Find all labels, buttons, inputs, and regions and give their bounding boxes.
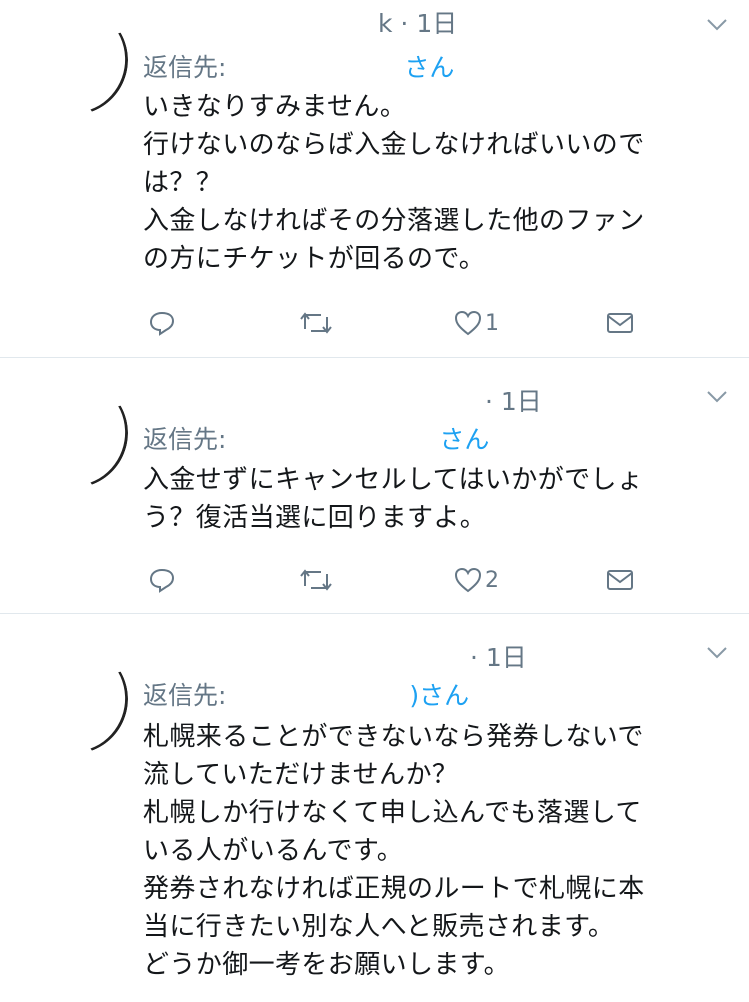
dm-button[interactable] (606, 563, 634, 597)
heart-icon (454, 567, 482, 593)
retweet-button[interactable] (299, 306, 333, 340)
chevron-down-icon[interactable] (706, 390, 728, 404)
reply-to-prefix: 返信先: (143, 53, 235, 82)
retweet-icon (300, 569, 332, 591)
like-count: 1 (485, 310, 499, 336)
like-count: 2 (485, 567, 499, 593)
tweet-text: いきなりすみません。 行けないのならば入金しなければいいので は？？ 入金しなけ… (143, 92, 645, 274)
reply-to-line: 返信先: さん (143, 48, 454, 84)
retweet-icon (300, 312, 332, 334)
avatar[interactable] (18, 5, 128, 115)
like-button[interactable]: 1 (453, 306, 499, 340)
tweet-text: 札幌来ることができないなら発券しないで 流していただけませんか？ 札幌しか行けな… (143, 722, 645, 980)
reply-to-prefix: 返信先: (143, 681, 235, 710)
reply-to-prefix: 返信先: (143, 425, 235, 454)
heart-icon (454, 310, 482, 336)
chevron-down-icon[interactable] (706, 646, 728, 660)
tweet-1[interactable]: k · 1日 返信先: さん いきなりすみません。 行けないのならば入金しなけれ… (0, 0, 749, 357)
chevron-down-icon[interactable] (706, 18, 728, 32)
envelope-icon (607, 570, 633, 590)
reply-to-handle[interactable]: さん (439, 425, 489, 454)
reply-button[interactable] (148, 563, 176, 597)
reply-to-handle[interactable]: )さん (409, 681, 469, 710)
like-button[interactable]: 2 (453, 563, 499, 597)
reply-button[interactable] (148, 306, 176, 340)
reply-icon (149, 568, 175, 593)
avatar[interactable] (18, 378, 128, 488)
tweet-meta: k · 1日 (378, 9, 458, 38)
retweet-button[interactable] (299, 563, 333, 597)
tweet-3[interactable]: · 1日 返信先: )さん 札幌来ることができないなら発券しないで 流していただ… (0, 614, 749, 1002)
avatar[interactable] (18, 644, 128, 754)
reply-to-line: 返信先: さん (143, 420, 489, 456)
tweet-actions: 1 (143, 306, 643, 340)
tweet-actions: 2 (143, 563, 643, 597)
reply-to-handle[interactable]: さん (404, 53, 454, 82)
tweet-meta: · 1日 (485, 387, 542, 416)
tweet-2[interactable]: · 1日 返信先: さん 入金せずにキャンセルしてはいかがでしょ う？復活当選に… (0, 358, 749, 613)
dm-button[interactable] (606, 306, 634, 340)
tweet-text: 入金せずにキャンセルしてはいかがでしょ う？復活当選に回りますよ。 (143, 465, 644, 533)
reply-to-line: 返信先: )さん (143, 676, 469, 712)
reply-icon (149, 311, 175, 336)
envelope-icon (607, 313, 633, 333)
tweet-meta: · 1日 (470, 643, 527, 672)
